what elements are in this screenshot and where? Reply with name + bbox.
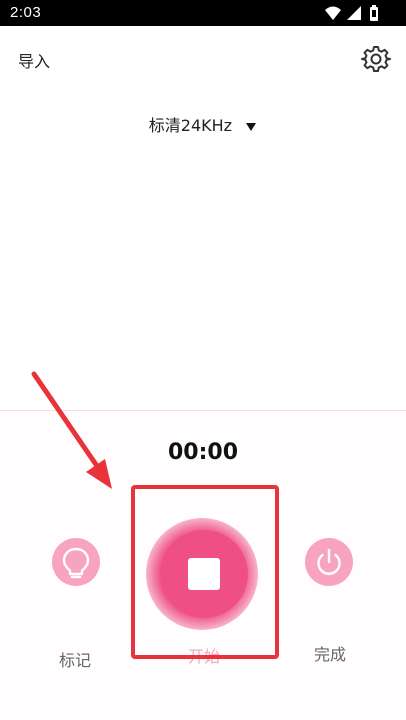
- status-time: 2:03: [10, 4, 42, 21]
- start-label: 开始: [187, 647, 220, 666]
- wifi-icon: [325, 6, 341, 20]
- signal-icon: [347, 6, 361, 20]
- bulb-icon: [62, 547, 90, 579]
- timer-display: 00:00: [167, 440, 239, 465]
- done-label: 完成: [313, 645, 346, 664]
- done-button[interactable]: [305, 538, 353, 586]
- status-icons: [324, 4, 388, 22]
- power-icon: [317, 548, 341, 575]
- gear-icon: [361, 46, 391, 72]
- import-button[interactable]: 导入: [18, 48, 50, 72]
- quality-label: 标清24KHz: [148, 116, 233, 135]
- settings-button[interactable]: [361, 44, 391, 74]
- mark-button[interactable]: [52, 538, 100, 586]
- quality-dropdown[interactable]: 标清24KHz: [0, 112, 406, 136]
- stop-icon: [188, 558, 220, 590]
- status-bar: 2:03: [0, 0, 406, 26]
- mark-label: 标记: [58, 651, 91, 670]
- triangle-down-icon: [245, 117, 257, 136]
- record-button[interactable]: [160, 530, 248, 618]
- battery-icon: [370, 5, 378, 21]
